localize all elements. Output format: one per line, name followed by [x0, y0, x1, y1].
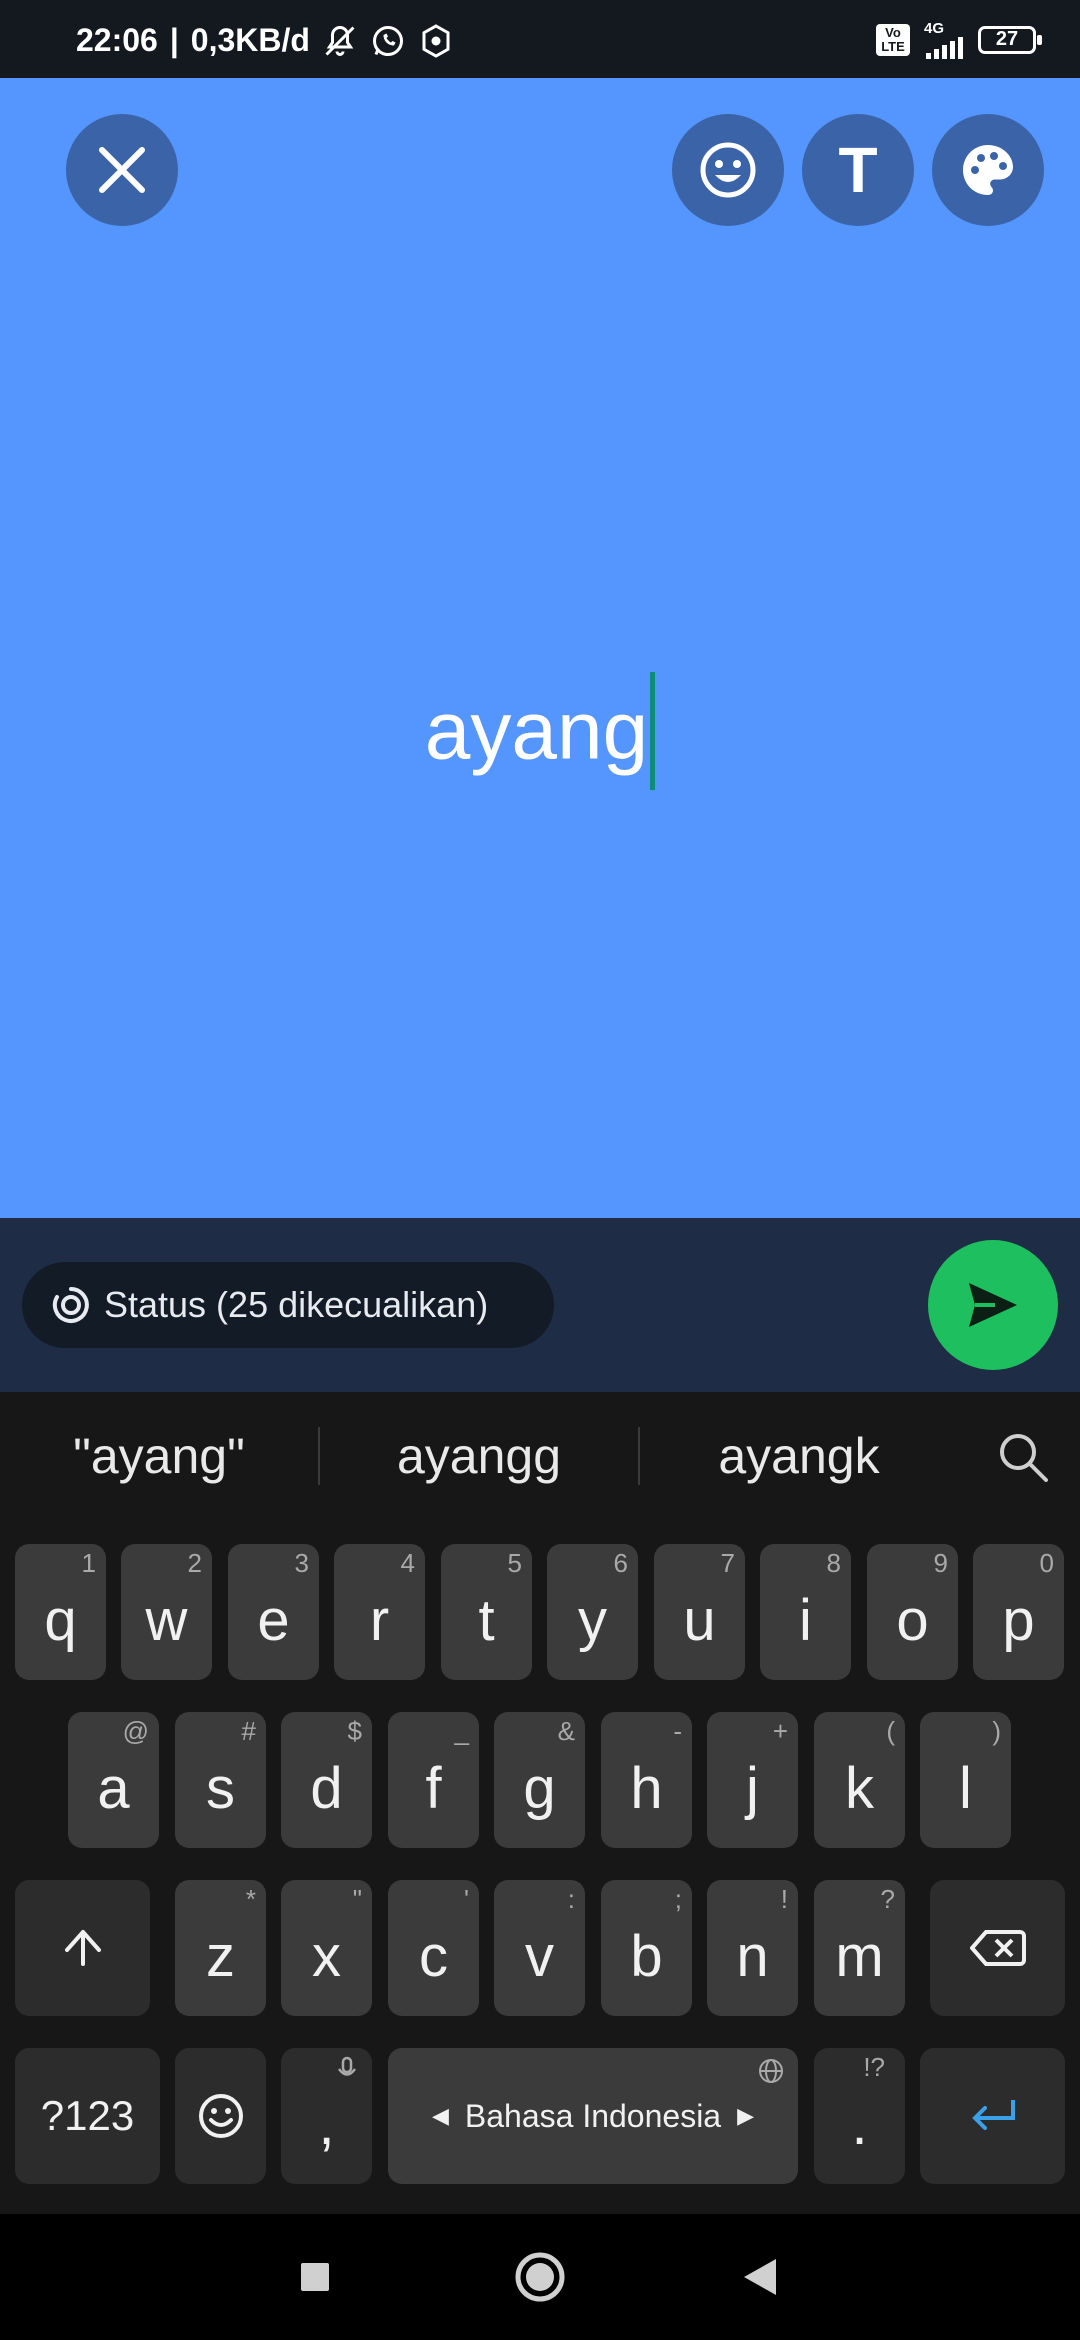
whatsapp-icon: [372, 25, 403, 56]
key-r[interactable]: 4r: [334, 1544, 425, 1680]
battery-indicator: 27: [978, 25, 1042, 54]
send-icon: [969, 1283, 1017, 1327]
back-icon[interactable]: [742, 2257, 778, 2297]
comma-key-label: ,: [318, 2091, 335, 2157]
key-j[interactable]: + j: [707, 1712, 798, 1848]
status-bar: 22:06 | 0,3KB/d Vo LTE 4G 27: [0, 0, 1080, 78]
key-f[interactable]: _ f: [388, 1712, 479, 1848]
key-t[interactable]: 5t: [441, 1544, 532, 1680]
status-bottom-bar: Status (25 dikecualikan): [0, 1218, 1080, 1392]
key-d[interactable]: $ d: [281, 1712, 372, 1848]
shift-key[interactable]: [15, 1880, 150, 2016]
space-left-arrow-icon: ◀: [431, 2103, 449, 2128]
comma-key[interactable]: ,: [281, 2048, 372, 2184]
key-q[interactable]: 1q: [15, 1544, 106, 1680]
status-right: Vo LTE 4G 27: [876, 20, 1042, 59]
enter-icon: [971, 2100, 1015, 2130]
key-k[interactable]: (k: [814, 1712, 905, 1848]
key-b[interactable]: ; b: [601, 1880, 692, 2016]
space-key[interactable]: ◀ Bahasa Indonesia ▶: [388, 2048, 798, 2184]
signal-block: 4G: [924, 20, 964, 59]
key-u[interactable]: 7u: [654, 1544, 745, 1680]
signal-icon: [926, 37, 963, 59]
backspace-icon: [969, 1930, 1026, 1966]
symbols-key-label: ?123: [40, 2092, 135, 2139]
status-text-value: ayang: [424, 685, 649, 777]
send-button[interactable]: [928, 1240, 1058, 1370]
emoji-key-icon: [198, 2094, 243, 2138]
recents-icon[interactable]: [299, 2261, 331, 2293]
network-type: 4G: [924, 20, 945, 37]
status-ring-icon: [52, 1287, 89, 1323]
backspace-key[interactable]: [930, 1880, 1065, 2016]
color-palette-button[interactable]: [932, 114, 1044, 226]
font-icon: T: [838, 134, 878, 206]
shift-icon: [64, 1930, 101, 1966]
audience-chip-label: Status (25 dikecualikan): [104, 1284, 489, 1325]
volte-badge: Vo LTE: [876, 23, 910, 56]
key-c[interactable]: ' c: [388, 1880, 479, 2016]
status-composer-canvas[interactable]: T ayang: [0, 78, 1080, 1218]
text-caret: [650, 672, 656, 790]
key-w[interactable]: 2w: [121, 1544, 212, 1680]
close-icon: [99, 147, 145, 193]
suggestion-3[interactable]: ayangk: [640, 1427, 958, 1485]
space-right-arrow-icon: ▶: [737, 2103, 755, 2128]
keyboard: "ayang" ayangg ayangk 1q 2w 3e 4r 5t 6y …: [0, 1392, 1080, 2214]
key-m[interactable]: ? m: [814, 1880, 905, 2016]
bell-off-icon: [325, 25, 355, 56]
suggestion-bar: "ayang" ayangg ayangk: [0, 1392, 1080, 1520]
emoji-key[interactable]: [175, 2048, 266, 2184]
key-y[interactable]: 6y: [547, 1544, 638, 1680]
home-icon[interactable]: [514, 2251, 566, 2303]
enter-key[interactable]: [920, 2048, 1065, 2184]
network-speed: 0,3KB/d: [190, 22, 310, 58]
suggestion-1[interactable]: "ayang": [0, 1427, 318, 1485]
key-a[interactable]: @ a: [68, 1712, 159, 1848]
key-x[interactable]: " x: [281, 1880, 372, 2016]
key-o[interactable]: 9o: [867, 1544, 958, 1680]
search-icon[interactable]: [996, 1430, 1052, 1486]
font-button[interactable]: T: [802, 114, 914, 226]
key-i[interactable]: 8i: [760, 1544, 851, 1680]
emoji-icon: [700, 142, 756, 198]
audience-chip[interactable]: Status (25 dikecualikan): [22, 1262, 554, 1348]
emoji-button[interactable]: [672, 114, 784, 226]
key-g[interactable]: & g: [494, 1712, 585, 1848]
palette-icon: [963, 145, 1013, 195]
period-key-label: .: [851, 2091, 868, 2157]
symbols-key[interactable]: ?123: [15, 2048, 160, 2184]
suggestion-2[interactable]: ayangg: [320, 1427, 638, 1485]
key-n[interactable]: ! n: [707, 1880, 798, 2016]
key-h[interactable]: -h: [601, 1712, 692, 1848]
key-p[interactable]: 0p: [973, 1544, 1064, 1680]
shield-app-icon: [422, 23, 450, 58]
status-left: 22:06 | 0,3KB/d: [76, 22, 454, 59]
mic-icon: [337, 2056, 357, 2076]
status-text-input[interactable]: ayang: [0, 672, 1080, 796]
battery-level: 27: [995, 28, 1019, 50]
key-z[interactable]: * z: [175, 1880, 266, 2016]
clock: 22:06: [76, 22, 158, 58]
key-e[interactable]: 3e: [228, 1544, 319, 1680]
space-key-label: Bahasa Indonesia: [464, 2097, 722, 2134]
key-l[interactable]: ) l: [920, 1712, 1011, 1848]
period-key[interactable]: !? .: [814, 2048, 905, 2184]
navigation-bar: [0, 2214, 1080, 2340]
key-v[interactable]: :v: [494, 1880, 585, 2016]
key-s[interactable]: # s: [175, 1712, 266, 1848]
close-button[interactable]: [66, 114, 178, 226]
globe-icon: [759, 2059, 783, 2083]
separator: |: [169, 22, 179, 58]
period-key-hint: !?: [863, 2052, 885, 2082]
